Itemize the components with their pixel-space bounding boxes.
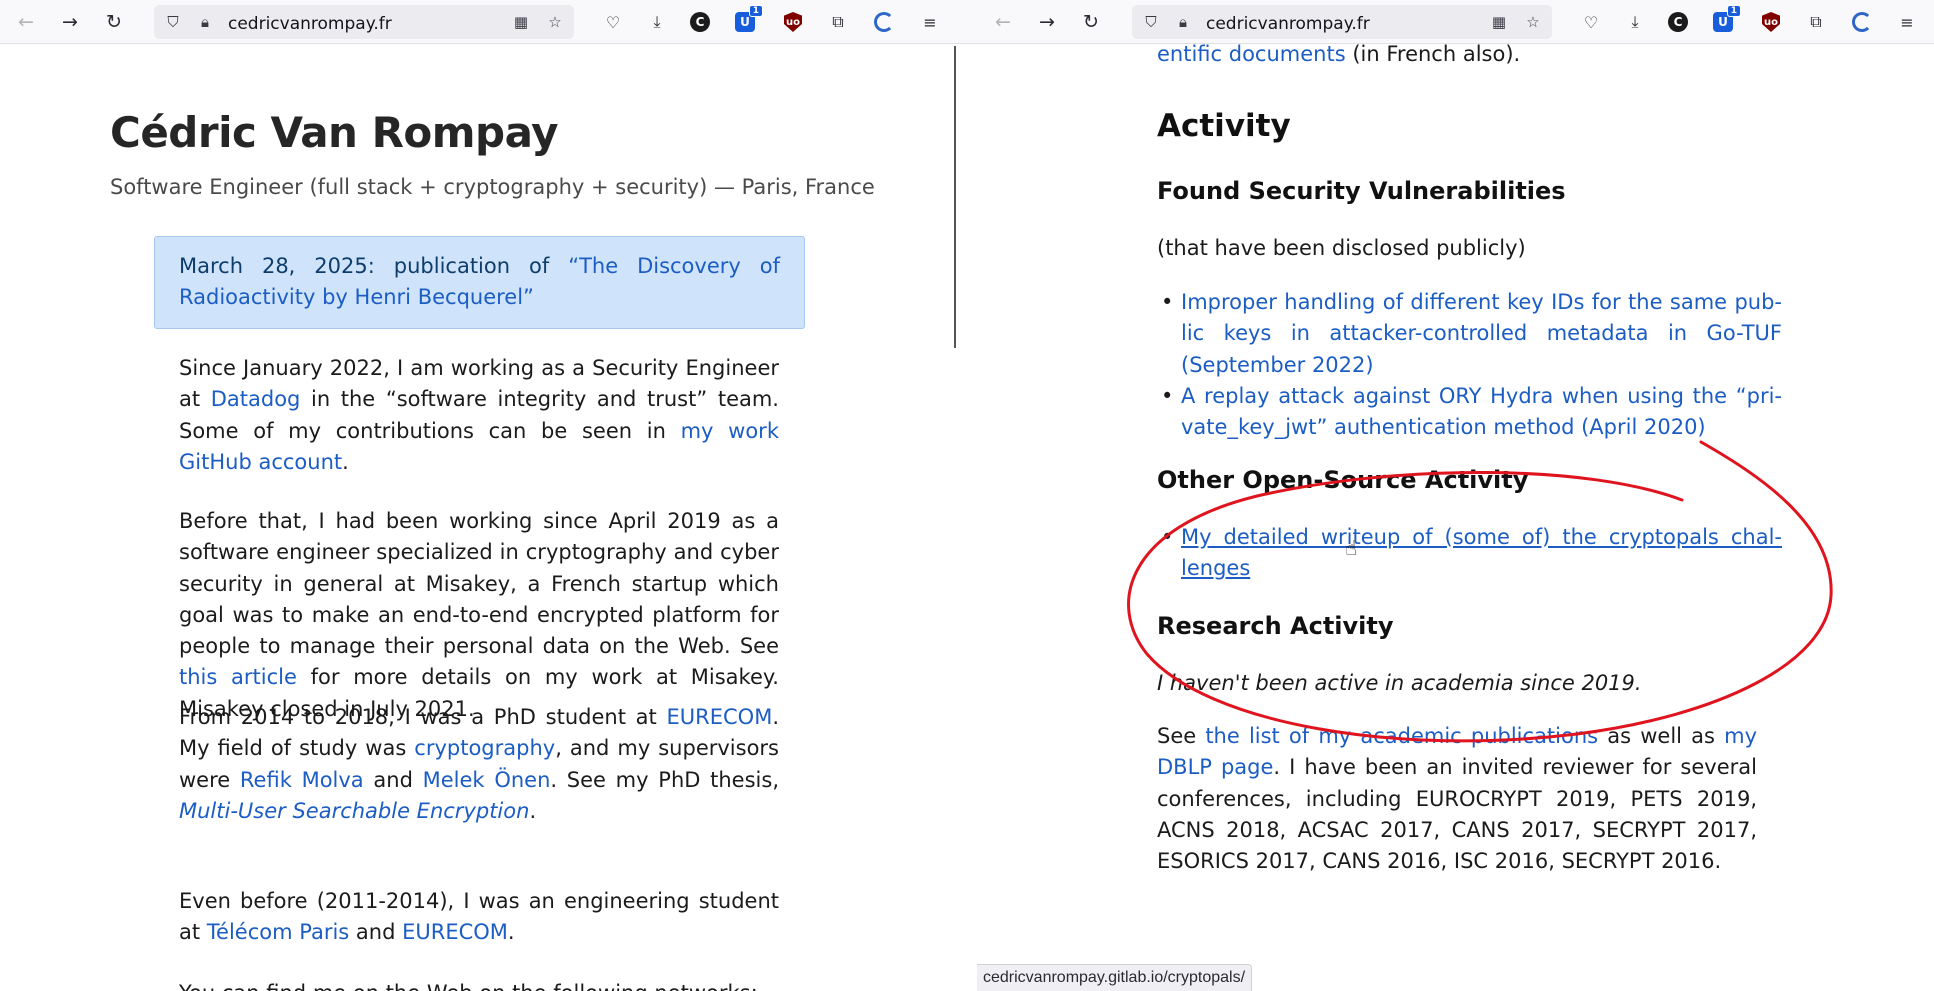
- browser-window-left: ← → ↻ ⛉ 🔒︎ cedricvanrompay.fr ▦ ☆ ♡ ⤓ C …: [0, 0, 977, 991]
- publications-link[interactable]: the list of my academic publications: [1205, 724, 1598, 748]
- phd-thesis-link[interactable]: Multi-User Searchable Encryption: [179, 799, 529, 823]
- text: .: [507, 920, 515, 945]
- scientific-documents-link[interactable]: entific documents: [1157, 44, 1346, 66]
- ublock-icon[interactable]: uo: [1759, 10, 1783, 34]
- list-item: Improper handling of different key IDs f…: [1157, 287, 1782, 381]
- paragraph-education: Even before (2011-2014), I was an engine…: [179, 886, 779, 949]
- browser-toolbar: ← → ↻ ⛉ 🔒︎ cedricvanrompay.fr ▦ ☆ ♡ ⤓ C …: [0, 0, 977, 44]
- extensions-puzzle-icon[interactable]: ⧉: [1804, 10, 1828, 34]
- vulnerabilities-heading: Found Security Vulnerabilities: [1157, 177, 1566, 205]
- hand-pointer-icon: ☝: [1345, 536, 1358, 560]
- downloads-icon[interactable]: ⤓: [1623, 10, 1647, 34]
- page-title: Cédric Van Rompay: [110, 108, 559, 157]
- refik-molva-link[interactable]: Refik Molva: [240, 768, 364, 792]
- browser-window-right: ← → ↻ ⛉ 🔒︎ cedricvanrompay.fr ▦ ☆ ♡ ⤓ C …: [977, 0, 1934, 991]
- pocket-icon[interactable]: ♡: [1579, 10, 1603, 34]
- activity-heading: Activity: [1157, 108, 1291, 144]
- back-icon[interactable]: ←: [12, 8, 40, 36]
- list-item: My detailed writeup of (some of) the cry…: [1157, 522, 1782, 585]
- window-divider: [954, 46, 956, 348]
- extension-ring-icon[interactable]: [872, 10, 896, 34]
- misakey-article-link[interactable]: this article: [179, 665, 297, 689]
- text: .: [342, 449, 349, 474]
- back-icon[interactable]: ←: [989, 8, 1017, 36]
- list-item: A replay attack against ORY Hydra when u…: [1157, 381, 1782, 444]
- page-subtitle: Software Engineer (full stack + cryptogr…: [110, 175, 875, 199]
- bitwarden-icon[interactable]: U1: [1711, 5, 1741, 34]
- qr-code-icon[interactable]: ▦: [510, 11, 532, 33]
- menu-icon[interactable]: ≡: [918, 10, 942, 34]
- ory-hydra-vuln-link[interactable]: A replay attack against ORY Hydra when u…: [1181, 384, 1782, 439]
- reload-icon[interactable]: ↻: [100, 8, 128, 36]
- extension-ring-icon[interactable]: [1850, 10, 1874, 34]
- announcement-text: March 28, 2025: publication of: [179, 254, 569, 278]
- url-bar[interactable]: ⛉ 🔒︎ cedricvanrompay.fr ▦ ☆: [154, 5, 574, 39]
- open-source-heading: Other Open-Source Activity: [1157, 466, 1529, 494]
- forward-icon[interactable]: →: [56, 8, 84, 36]
- url-text[interactable]: cedricvanrompay.fr: [228, 14, 392, 34]
- open-source-list: My detailed writeup of (some of) the cry…: [1157, 522, 1782, 585]
- extension-c-icon[interactable]: C: [1666, 10, 1690, 34]
- go-tuf-vuln-link[interactable]: Improper handling of different key IDs f…: [1181, 290, 1782, 377]
- lock-icon[interactable]: 🔒︎: [1172, 11, 1194, 33]
- research-paragraph: See the list of my academic publications…: [1157, 721, 1757, 877]
- page-content-left: Cédric Van Rompay Software Engineer (ful…: [0, 44, 977, 991]
- text: From 2014 to 2018, I was a PhD student a…: [179, 705, 667, 729]
- announcement-banner: March 28, 2025: publication of “The Disc…: [154, 236, 805, 329]
- qr-code-icon[interactable]: ▦: [1488, 11, 1510, 33]
- datadog-link[interactable]: Datadog: [211, 387, 301, 411]
- lock-icon[interactable]: 🔒︎: [194, 11, 216, 33]
- cryptography-link[interactable]: cryptography: [414, 736, 555, 760]
- eurecom-link-2[interactable]: EURECOM: [402, 920, 508, 944]
- paragraph-networks: You can find me on the Web on the follow…: [179, 978, 779, 991]
- bookmark-star-icon[interactable]: ☆: [1522, 11, 1544, 33]
- bookmark-star-icon[interactable]: ☆: [544, 11, 566, 33]
- text: Before that, I had been working since Ap…: [179, 509, 779, 659]
- pocket-icon[interactable]: ♡: [601, 10, 625, 34]
- research-heading: Research Activity: [1157, 612, 1394, 640]
- paragraph-current-job: Since January 2022, I am working as a Se…: [179, 353, 779, 478]
- eurecom-link[interactable]: EURECOM: [667, 705, 773, 729]
- extension-c-icon[interactable]: C: [688, 10, 712, 34]
- page-content-right: entific documents (in French also). Acti…: [977, 44, 1934, 991]
- text: and: [363, 767, 423, 792]
- text: as well as: [1598, 724, 1725, 748]
- text: See: [1157, 724, 1206, 748]
- ublock-icon[interactable]: uo: [781, 10, 805, 34]
- paragraph-misakey: Before that, I had been working since Ap…: [179, 506, 779, 725]
- shield-icon[interactable]: ⛉: [162, 11, 184, 33]
- shield-icon[interactable]: ⛉: [1140, 11, 1162, 33]
- melek-onen-link[interactable]: Melek Önen: [423, 768, 551, 792]
- url-text[interactable]: cedricvanrompay.fr: [1206, 14, 1370, 34]
- downloads-icon[interactable]: ⤓: [645, 10, 669, 34]
- browser-toolbar: ← → ↻ ⛉ 🔒︎ cedricvanrompay.fr ▦ ☆ ♡ ⤓ C …: [977, 0, 1934, 44]
- url-bar[interactable]: ⛉ 🔒︎ cedricvanrompay.fr ▦ ☆: [1132, 5, 1552, 39]
- text: .: [529, 798, 537, 823]
- extensions-puzzle-icon[interactable]: ⧉: [826, 10, 850, 34]
- vulnerabilities-list: Improper handling of different key IDs f…: [1157, 287, 1782, 443]
- reload-icon[interactable]: ↻: [1077, 8, 1105, 36]
- forward-icon[interactable]: →: [1033, 8, 1061, 36]
- bitwarden-icon[interactable]: U1: [733, 5, 763, 34]
- cryptopals-writeup-link[interactable]: My detailed writeup of (some of) the cry…: [1181, 525, 1782, 580]
- text: (in French also).: [1345, 44, 1521, 66]
- vulnerabilities-note: (that have been disclosed publicly): [1157, 236, 1526, 260]
- menu-icon[interactable]: ≡: [1895, 10, 1919, 34]
- research-note: I haven't been active in academia since …: [1157, 671, 1642, 695]
- text: . See my PhD thesis,: [550, 767, 779, 792]
- text: and: [349, 920, 403, 945]
- paragraph-phd: From 2014 to 2018, I was a PhD student a…: [179, 702, 779, 827]
- telecom-paris-link[interactable]: Télécom Paris: [207, 920, 349, 944]
- status-bar: cedricvanrompay.gitlab.io/cryptopals/: [977, 964, 1253, 991]
- scientific-documents-line: entific documents (in French also).: [1157, 44, 1520, 70]
